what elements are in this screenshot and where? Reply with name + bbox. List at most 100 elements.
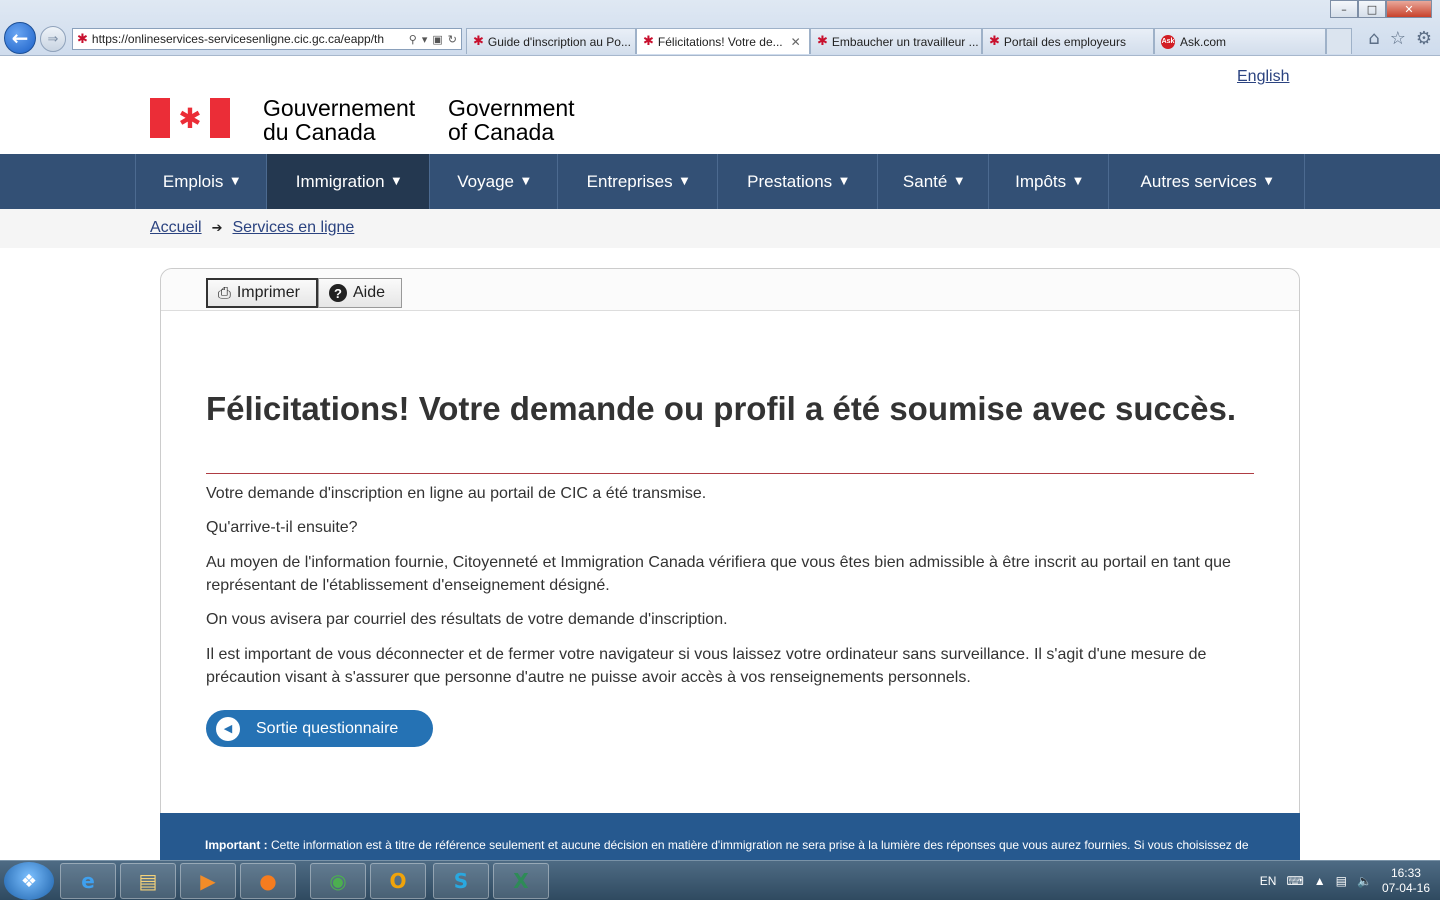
- browser-tab[interactable]: ✱ Embaucher un travailleur ...: [810, 28, 982, 54]
- chevron-down-icon: ▼: [680, 176, 689, 187]
- refresh-icon[interactable]: ↻: [448, 33, 457, 46]
- tab-label: Ask.com: [1180, 34, 1227, 49]
- menu-item-entreprises[interactable]: Entreprises ▼: [558, 154, 718, 209]
- maple-leaf-icon: ✱: [817, 34, 828, 49]
- title-divider: [206, 473, 1254, 474]
- media-player-icon[interactable]: ▶: [180, 863, 236, 899]
- forward-arrow-icon: ⇒: [47, 31, 59, 47]
- close-tab-icon[interactable]: ✕: [791, 35, 801, 49]
- address-bar[interactable]: ✱ https://onlineservices-servicesenligne…: [72, 28, 462, 50]
- menu-label: Emplois: [162, 171, 224, 191]
- signature-en: Government of Canada: [448, 96, 575, 144]
- close-window-button[interactable]: ✕: [1386, 0, 1432, 18]
- chevron-down-icon: ▼: [1074, 176, 1082, 187]
- skype-icon[interactable]: S: [433, 863, 489, 899]
- minimize-button[interactable]: –: [1330, 0, 1358, 18]
- start-button[interactable]: ❖: [4, 862, 54, 900]
- search-icon[interactable]: ⚲: [409, 33, 417, 46]
- canada-flag-icon: ✱: [150, 98, 230, 138]
- menu-item-immigration[interactable]: Immigration ▼: [267, 154, 430, 209]
- address-text[interactable]: https://onlineservices-servicesenligne.c…: [92, 32, 405, 46]
- help-label: Aide: [353, 284, 386, 301]
- menu-label: Prestations: [747, 171, 833, 191]
- gear-icon[interactable]: ⚙: [1416, 28, 1432, 49]
- question-icon: ?: [329, 284, 347, 302]
- chevron-down-icon: ▼: [840, 176, 848, 187]
- chevron-down-icon: ▼: [231, 176, 240, 187]
- menu-item-emplois[interactable]: Emplois ▼: [136, 154, 267, 209]
- system-tray: EN ⌨ ▲ ▤ 🔈 16:33 07-04-16: [1260, 861, 1430, 900]
- security-notice-text: Il est important de vous déconnecter et …: [206, 646, 1207, 686]
- tab-label: Portail des employeurs: [1003, 34, 1126, 49]
- back-button[interactable]: ←: [4, 22, 36, 54]
- arrow-right-icon: ➔: [211, 220, 223, 236]
- print-label: Imprimer: [236, 284, 300, 301]
- chevron-down-icon: ▼: [522, 176, 530, 187]
- menu-item-sante[interactable]: Santé ▼: [878, 154, 989, 209]
- window-controls: – □ ✕: [1330, 0, 1432, 18]
- windows-logo-icon: ❖: [20, 870, 38, 892]
- browser-tab-active[interactable]: ✱ Félicitations! Votre de... ✕: [636, 28, 810, 54]
- address-bar-icons: ⚲ ▾ ▣ ↻: [405, 33, 461, 46]
- breadcrumb-home-link[interactable]: Accueil: [150, 219, 202, 237]
- back-arrow-icon: ←: [11, 26, 29, 50]
- clock-time: 16:33: [1390, 866, 1421, 880]
- keyboard-icon[interactable]: ⌨: [1286, 874, 1303, 888]
- breadcrumb: Accueil ➔ Services en ligne: [150, 219, 354, 237]
- forward-button[interactable]: ⇒: [40, 26, 66, 52]
- browser-tab[interactable]: ✱ Guide d'inscription au Po...: [466, 28, 636, 54]
- dropdown-icon[interactable]: ▾: [422, 33, 428, 46]
- verification-text: Au moyen de l'information fournie, Citoy…: [206, 554, 1231, 594]
- maple-leaf-icon: ✱: [473, 34, 484, 49]
- chevron-up-icon[interactable]: ▲: [1314, 874, 1326, 888]
- lock-icon[interactable]: ▣: [432, 33, 442, 46]
- menu-label: Entreprises: [586, 171, 673, 191]
- tab-label: Félicitations! Votre de...: [657, 34, 783, 49]
- breadcrumb-online-services-link[interactable]: Services en ligne: [232, 219, 354, 237]
- chrome-icon[interactable]: ◉: [310, 863, 366, 899]
- browser-tab[interactable]: ✱ Portail des employeurs: [982, 28, 1154, 54]
- volume-icon[interactable]: 🔈: [1357, 874, 1372, 888]
- help-button[interactable]: ? Aide: [318, 278, 402, 308]
- menu-label: Voyage: [457, 171, 515, 191]
- menu-label: Immigration: [295, 171, 385, 191]
- clock[interactable]: 16:33 07-04-16: [1382, 866, 1430, 896]
- language-toggle-link[interactable]: English: [1237, 68, 1289, 86]
- language-indicator[interactable]: EN: [1260, 874, 1277, 888]
- panel-toolbar: ⎙ Imprimer ? Aide: [161, 269, 1299, 311]
- next-steps-heading: Qu'arrive-t-il ensuite?: [206, 519, 358, 536]
- menu-item-impots[interactable]: Impôts ▼: [989, 154, 1109, 209]
- chevron-down-icon: ▼: [955, 176, 964, 187]
- clock-date: 07-04-16: [1381, 881, 1430, 895]
- signature-en-line2: of Canada: [448, 119, 555, 145]
- printer-icon: ⎙: [218, 283, 231, 302]
- confirmation-text: Votre demande d'inscription en ligne au …: [206, 485, 707, 502]
- network-icon[interactable]: ▤: [1336, 874, 1347, 888]
- browser-tool-icons: ⌂ ☆ ⚙: [1368, 28, 1432, 49]
- print-button[interactable]: ⎙ Imprimer: [206, 278, 318, 308]
- excel-icon[interactable]: X: [493, 863, 549, 899]
- internet-explorer-icon[interactable]: e: [60, 863, 116, 899]
- menu-item-autres-services[interactable]: Autres services ▼: [1109, 154, 1305, 209]
- maple-leaf-icon: ✱: [989, 34, 1000, 49]
- browser-tab[interactable]: Ask Ask.com: [1154, 28, 1326, 54]
- firefox-icon[interactable]: ●: [240, 863, 296, 899]
- browser-tabs: ✱ Guide d'inscription au Po... ✱ Félicit…: [466, 28, 1352, 54]
- maple-leaf-icon: ✱: [643, 34, 654, 49]
- breadcrumb-bar: Accueil ➔ Services en ligne: [0, 209, 1440, 248]
- outlook-icon[interactable]: O: [370, 863, 426, 899]
- star-icon[interactable]: ☆: [1390, 28, 1406, 49]
- chevron-down-icon: ▼: [1264, 176, 1273, 187]
- restore-button[interactable]: □: [1358, 0, 1386, 18]
- important-notice: Important : Cette information est à titr…: [160, 813, 1300, 860]
- chevron-down-icon: ▼: [392, 176, 401, 187]
- new-tab-button[interactable]: [1326, 28, 1352, 54]
- home-icon[interactable]: ⌂: [1368, 28, 1379, 49]
- menu-item-prestations[interactable]: Prestations ▼: [718, 154, 878, 209]
- menu-item-voyage[interactable]: Voyage ▼: [430, 154, 558, 209]
- main-menu: Emplois ▼ Immigration ▼ Voyage ▼ Entreprise…: [135, 154, 1305, 209]
- exit-questionnaire-button[interactable]: ◀ Sortie questionnaire: [206, 710, 433, 747]
- signature-en-line1: Government: [448, 95, 575, 121]
- file-explorer-icon[interactable]: ▤: [120, 863, 176, 899]
- browser-chrome: – □ ✕ ← ⇒ ✱ https://onlineservices-servi…: [0, 0, 1440, 56]
